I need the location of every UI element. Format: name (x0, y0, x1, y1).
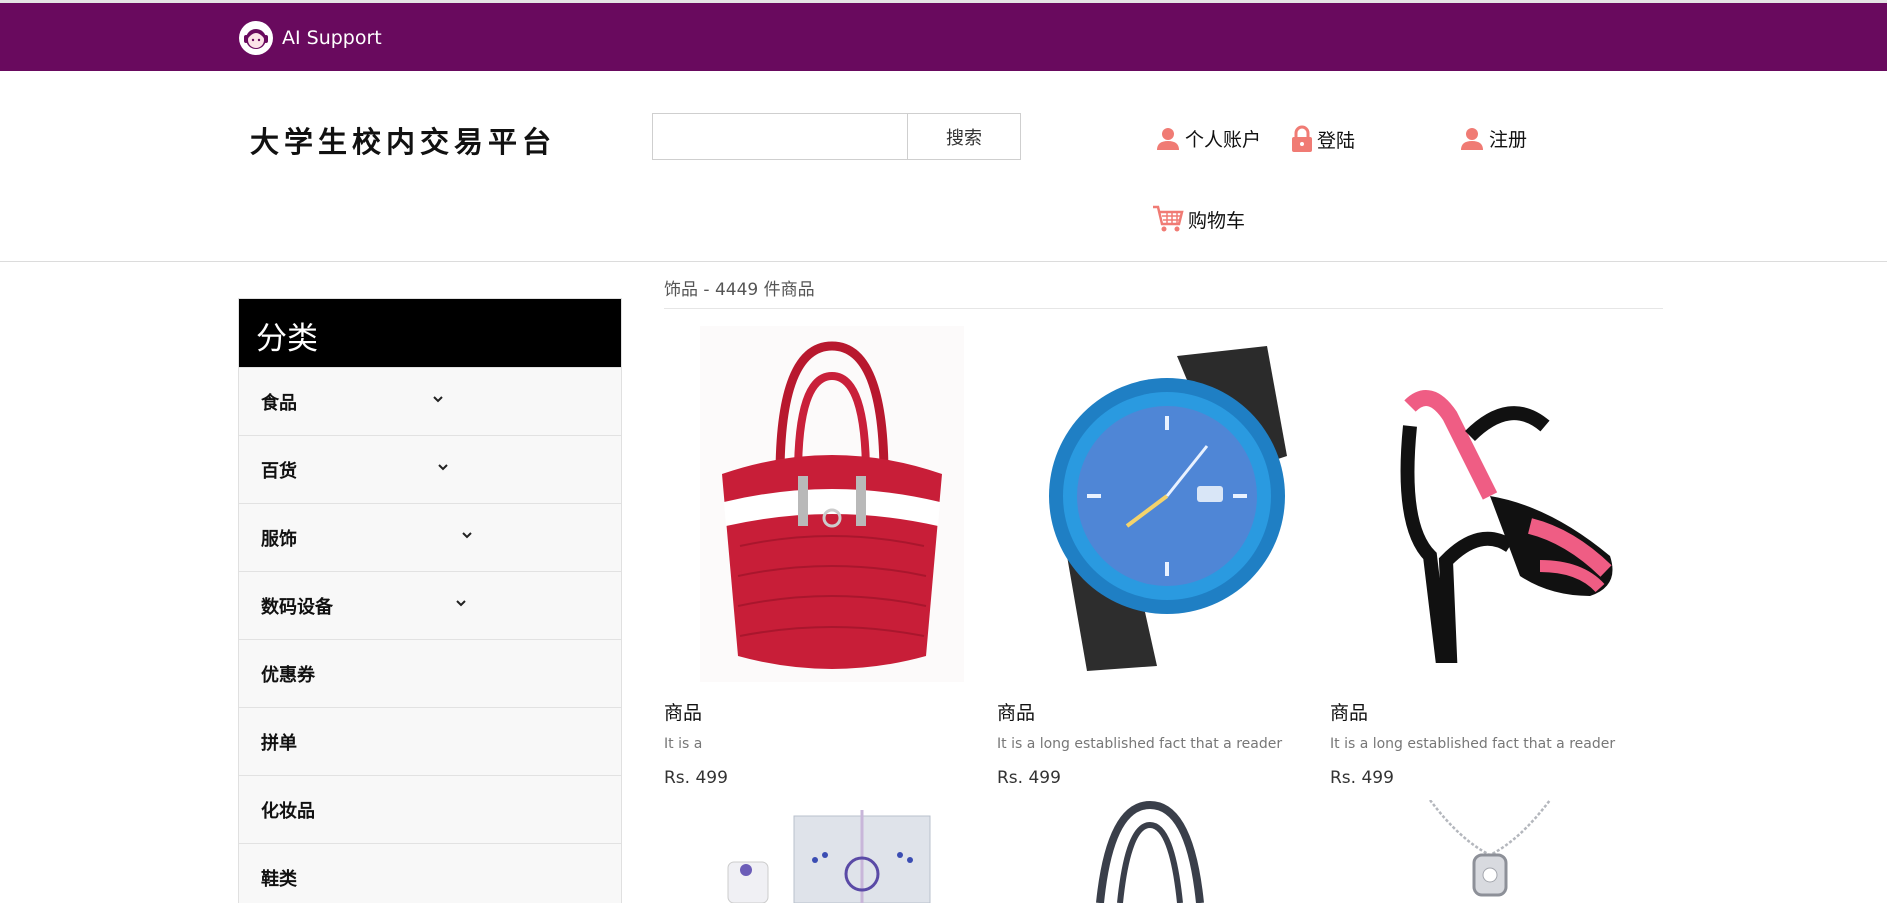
chevron-down-icon (438, 464, 448, 471)
category-label: 食品 (261, 393, 297, 414)
category-item-food[interactable]: 食品 (239, 367, 621, 435)
login-link[interactable]: 登陆 (1291, 125, 1355, 153)
headset-avatar-icon (239, 21, 273, 55)
pink-heel-sandal-image (1370, 326, 1640, 682)
category-label: 鞋类 (261, 869, 297, 890)
register-link[interactable]: 注册 (1459, 125, 1527, 152)
chevron-down-icon (462, 532, 472, 539)
category-sidebar: 分类 食品 百货 服饰 数码设备 优惠券 拼单 化妆品 鞋类 (238, 298, 622, 903)
ai-support-link[interactable]: AI Support (238, 20, 382, 56)
category-label: 拼单 (261, 733, 297, 754)
red-handbag-image (700, 326, 964, 682)
product-price: Rs. 499 (664, 768, 728, 788)
account-link[interactable]: 个人账户 (1155, 125, 1261, 152)
product-description: It is a (664, 736, 703, 752)
chevron-down-icon (433, 396, 443, 403)
category-item-general[interactable]: 百货 (239, 435, 621, 503)
product-name: 商品 (1330, 702, 1369, 724)
site-title[interactable]: 大学生校内交易平台 (250, 119, 556, 161)
login-label: 登陆 (1317, 129, 1356, 152)
category-label: 服饰 (261, 529, 297, 550)
account-label: 个人账户 (1185, 129, 1262, 151)
product-price: Rs. 499 (997, 768, 1061, 788)
search-bar: 搜索 (652, 113, 1021, 160)
product-name: 商品 (664, 702, 703, 724)
category-item-apparel[interactable]: 服饰 (239, 503, 621, 571)
user-icon (1461, 127, 1483, 150)
category-label: 化妆品 (261, 801, 315, 822)
cart-link[interactable]: 购物车 (1152, 204, 1245, 234)
black-handbag-image[interactable] (1050, 800, 1250, 903)
search-button[interactable]: 搜索 (907, 114, 1020, 159)
category-label: 优惠券 (261, 665, 315, 686)
ai-support-label: AI Support (282, 27, 382, 49)
top-bar: AI Support (0, 0, 1887, 71)
product-price: Rs. 499 (1330, 768, 1394, 788)
category-item-group-buy[interactable]: 拼单 (239, 707, 621, 775)
listing-breadcrumb: 饰品 - 4449 件商品 (664, 280, 815, 300)
blue-watch-image (1027, 326, 1307, 682)
product-card[interactable]: 商品 It is a long established fact that a … (997, 326, 1317, 796)
category-item-cosmetics[interactable]: 化妆品 (239, 775, 621, 843)
lock-icon (1292, 125, 1312, 152)
product-description: It is a long established fact that a rea… (997, 736, 1283, 752)
category-label: 百货 (261, 461, 297, 482)
category-item-shoes[interactable]: 鞋类 (239, 843, 621, 903)
chevron-down-icon (456, 600, 466, 607)
silver-necklace-image[interactable] (1410, 800, 1570, 903)
cart-label: 购物车 (1188, 209, 1246, 232)
perfume-gift-box-image[interactable] (700, 800, 960, 903)
product-name: 商品 (997, 702, 1036, 724)
listing-divider (664, 308, 1663, 309)
product-card[interactable]: 商品 It is a long established fact that a … (1330, 326, 1650, 796)
product-card[interactable]: 商品 It is a Rs. 499 (664, 326, 984, 796)
category-item-digital[interactable]: 数码设备 (239, 571, 621, 639)
register-label: 注册 (1489, 129, 1528, 151)
search-input[interactable] (653, 114, 907, 159)
site-header: 大学生校内交易平台 搜索 个人账户 登陆 注册 购物车 (0, 71, 1887, 262)
category-label: 数码设备 (261, 597, 333, 618)
product-description: It is a long established fact that a rea… (1330, 736, 1616, 752)
user-icon (1157, 127, 1179, 150)
shopping-cart-icon (1153, 205, 1184, 232)
category-item-coupons[interactable]: 优惠券 (239, 639, 621, 707)
category-heading: 分类 (239, 299, 621, 367)
